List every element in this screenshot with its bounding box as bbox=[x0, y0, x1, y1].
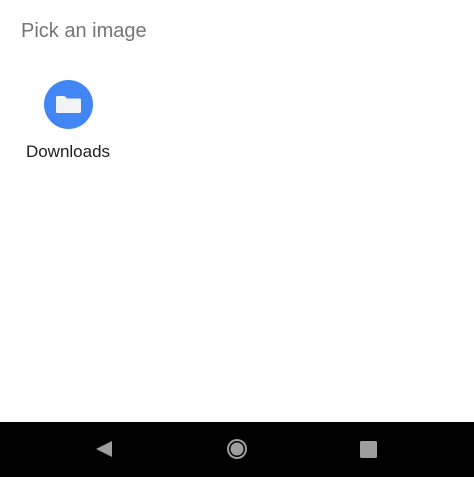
navigation-bar bbox=[0, 422, 474, 477]
app-label: Downloads bbox=[25, 142, 111, 161]
folder-icon bbox=[44, 80, 93, 129]
back-triangle-icon[interactable] bbox=[90, 434, 120, 464]
dialog-title: Pick an image bbox=[21, 20, 147, 42]
home-circle-icon[interactable] bbox=[222, 434, 252, 464]
picker-screen: Pick an image Downloads bbox=[0, 0, 474, 477]
recents-square-icon[interactable] bbox=[354, 434, 384, 464]
app-item-downloads[interactable]: Downloads bbox=[20, 78, 116, 168]
